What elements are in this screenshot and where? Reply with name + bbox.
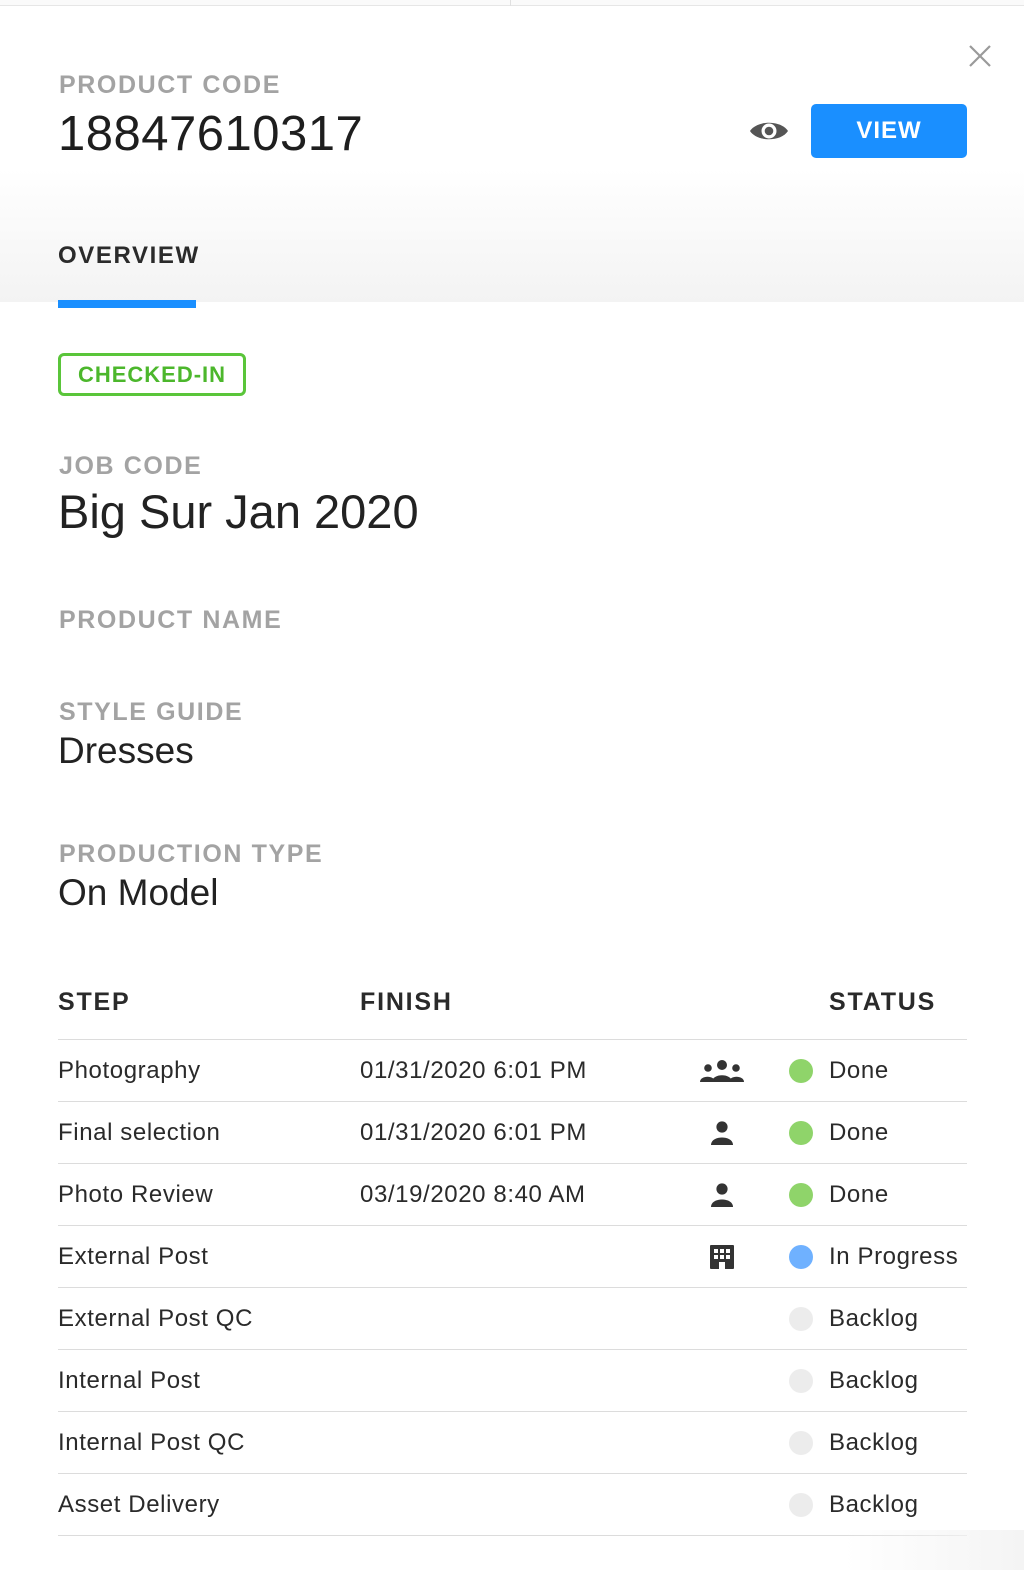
active-tab-indicator — [58, 300, 196, 308]
finish-time: 01/31/2020 6:01 PM — [360, 1119, 587, 1146]
corner-shadow — [844, 1530, 1024, 1570]
production-type-label: PRODUCTION TYPE — [59, 840, 324, 868]
status-dot — [788, 1350, 814, 1412]
status-text: Done — [829, 1181, 889, 1208]
column-header-step: STEP — [58, 988, 131, 1016]
building-icon — [692, 1226, 752, 1288]
status-dot — [788, 1226, 814, 1288]
close-icon[interactable] — [966, 42, 994, 70]
product-name-label: PRODUCT NAME — [59, 606, 283, 634]
status-dot — [788, 1288, 814, 1350]
table-row[interactable]: Final selection 01/31/2020 6:01 PM Done — [58, 1102, 967, 1164]
status-text: In Progress — [829, 1243, 959, 1270]
status-text: Backlog — [829, 1305, 919, 1332]
step-name: External Post — [58, 1243, 209, 1270]
status-dot — [788, 1412, 814, 1474]
product-code-value: 18847610317 — [58, 107, 364, 161]
status-text: Done — [829, 1057, 889, 1084]
table-row[interactable]: Photography 01/31/2020 6:01 PM Done — [58, 1040, 967, 1102]
status-dot — [788, 1474, 814, 1536]
status-text: Done — [829, 1119, 889, 1146]
status-text: Backlog — [829, 1367, 919, 1394]
status-dot — [788, 1164, 814, 1226]
person-icon — [692, 1164, 752, 1226]
step-name: Internal Post — [58, 1367, 201, 1394]
person-icon — [692, 1102, 752, 1164]
detail-header: PRODUCT CODE 18847610317 VIEW OVERVIEW — [0, 6, 1024, 308]
table-row[interactable]: Internal Post Backlog — [58, 1350, 967, 1412]
step-name: Internal Post QC — [58, 1429, 246, 1456]
column-header-finish: FINISH — [360, 988, 453, 1016]
view-button[interactable]: VIEW — [811, 104, 967, 158]
status-badge: CHECKED-IN — [58, 353, 246, 396]
style-guide-value: Dresses — [58, 730, 194, 771]
style-guide-label: STYLE GUIDE — [59, 698, 244, 726]
product-code-label: PRODUCT CODE — [59, 71, 281, 99]
status-text: Backlog — [829, 1491, 919, 1518]
status-text: Backlog — [829, 1429, 919, 1456]
table-row[interactable]: Internal Post QC Backlog — [58, 1412, 967, 1474]
group-icon — [692, 1040, 752, 1102]
step-name: Photo Review — [58, 1181, 214, 1208]
job-code-label: JOB CODE — [59, 452, 203, 480]
table-row[interactable]: External Post QC Backlog — [58, 1288, 967, 1350]
finish-time: 03/19/2020 8:40 AM — [360, 1181, 586, 1208]
column-header-status: STATUS — [829, 988, 937, 1016]
tab-overview[interactable]: OVERVIEW — [58, 242, 200, 270]
table-row[interactable]: External Post In Progress — [58, 1226, 967, 1288]
table-row[interactable]: Asset Delivery Backlog — [58, 1474, 967, 1536]
step-name: Photography — [58, 1057, 201, 1084]
step-name: Final selection — [58, 1119, 221, 1146]
eye-icon[interactable] — [748, 115, 790, 147]
step-name: Asset Delivery — [58, 1491, 220, 1518]
table-row[interactable]: Photo Review 03/19/2020 8:40 AM Done — [58, 1164, 967, 1226]
finish-time: 01/31/2020 6:01 PM — [360, 1057, 587, 1084]
production-type-value: On Model — [58, 872, 219, 913]
status-dot — [788, 1040, 814, 1102]
step-name: External Post QC — [58, 1305, 254, 1332]
job-code-value: Big Sur Jan 2020 — [58, 485, 419, 538]
status-dot — [788, 1102, 814, 1164]
